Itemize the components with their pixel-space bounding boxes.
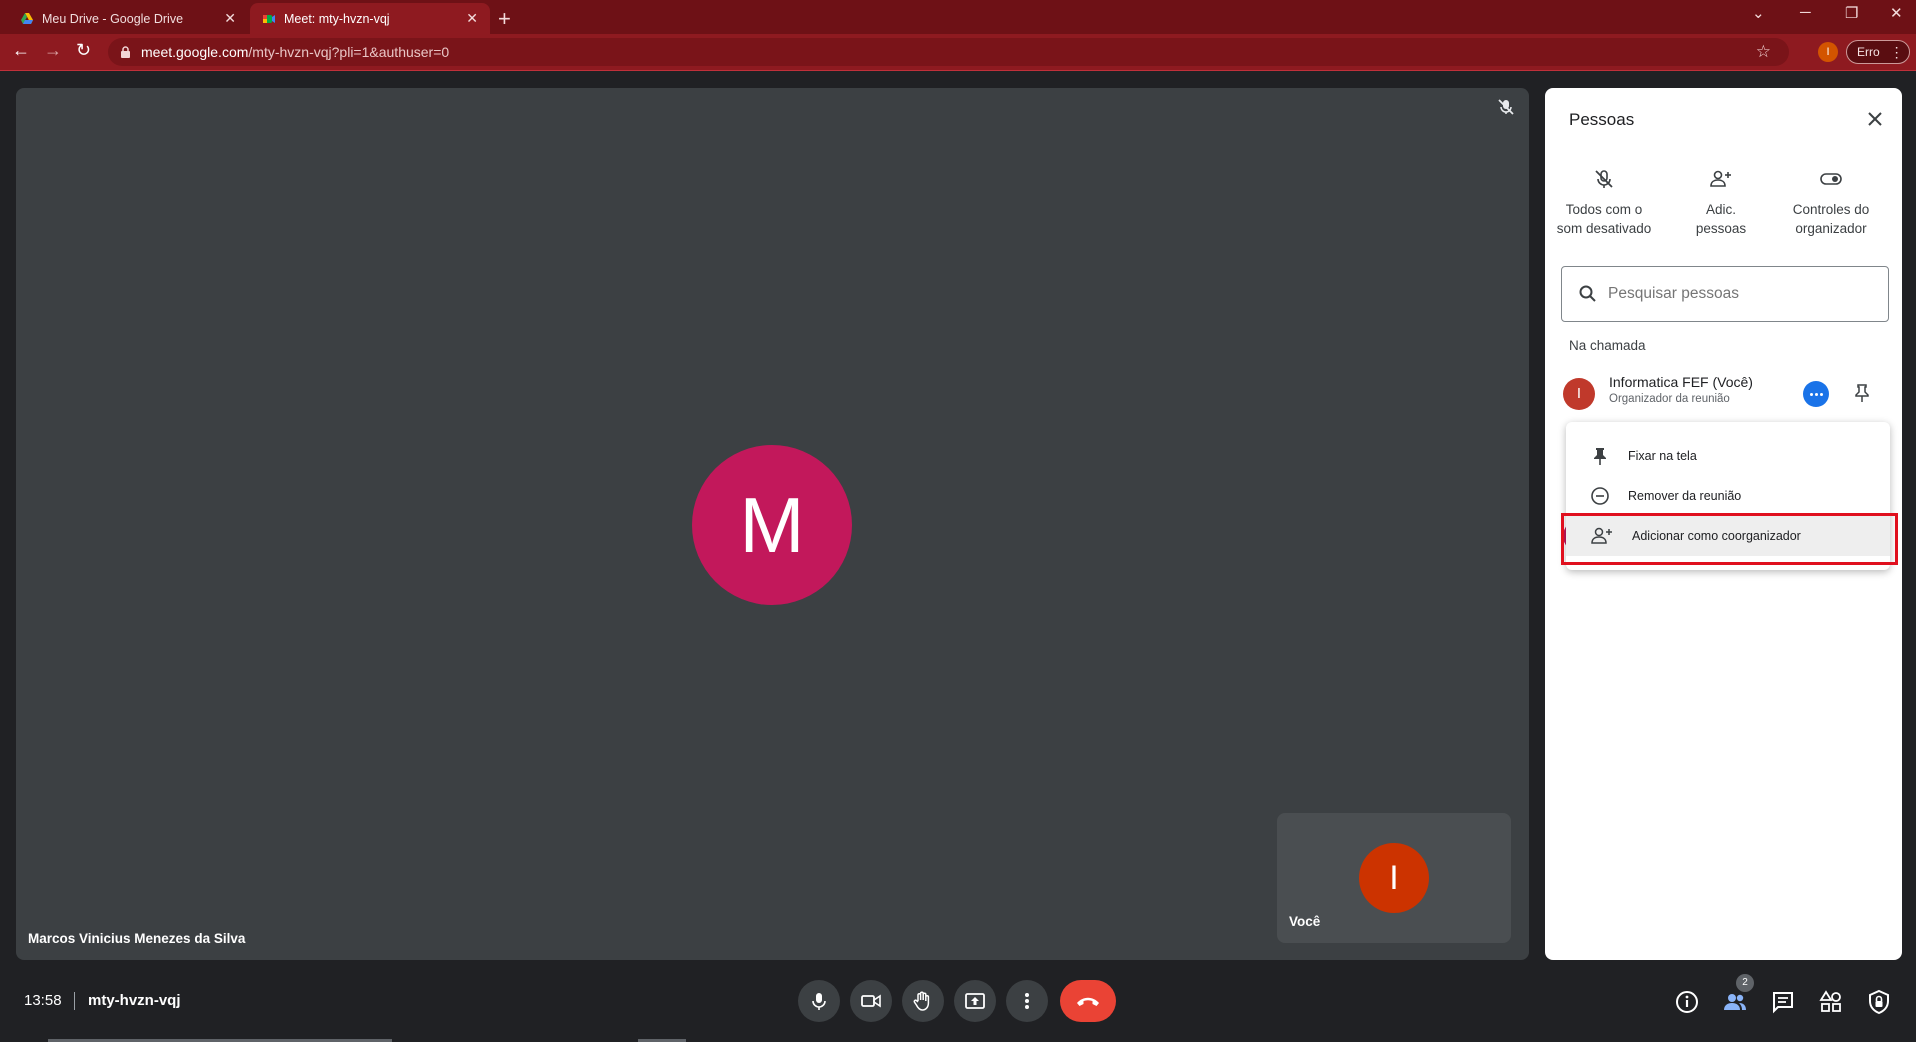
lock-icon bbox=[121, 45, 130, 58]
menu-item-pin[interactable]: Fixar na tela bbox=[1566, 436, 1890, 476]
self-name-label: Você bbox=[1289, 914, 1321, 929]
divider bbox=[74, 992, 75, 1010]
participant-avatar-large: M bbox=[692, 445, 852, 605]
tab-search-icon[interactable]: ⌄ bbox=[1752, 4, 1765, 22]
participant-role: Organizador da reunião bbox=[1609, 393, 1730, 405]
pin-icon[interactable] bbox=[1851, 382, 1873, 404]
menu-item-label: Fixar na tela bbox=[1628, 449, 1697, 463]
error-label: Erro bbox=[1857, 45, 1880, 59]
reload-icon[interactable]: ↻ bbox=[76, 40, 91, 61]
error-button[interactable]: Erro ⋮ bbox=[1846, 40, 1910, 64]
host-controls-button[interactable]: Controles do organizador bbox=[1776, 168, 1886, 238]
tab-google-drive[interactable]: Meu Drive - Google Drive ✕ bbox=[8, 3, 248, 34]
camera-button[interactable] bbox=[850, 980, 892, 1022]
in-call-section-label: Na chamada bbox=[1569, 338, 1646, 353]
present-screen-icon bbox=[965, 993, 985, 1009]
more-vert-icon bbox=[1025, 993, 1029, 1009]
meeting-time: 13:58 bbox=[24, 992, 62, 1009]
hang-up-icon bbox=[1077, 997, 1099, 1006]
mute-all-button[interactable]: Todos com o som desativado bbox=[1549, 168, 1659, 238]
pin-icon bbox=[1594, 448, 1606, 465]
close-tab-icon[interactable]: ✕ bbox=[466, 10, 478, 27]
window-close-icon[interactable]: ✕ bbox=[1890, 4, 1903, 22]
action-label-line2: pessoas bbox=[1695, 221, 1747, 236]
google-drive-icon bbox=[21, 12, 33, 24]
forward-arrow-icon[interactable]: → bbox=[44, 40, 62, 61]
google-meet-icon bbox=[263, 14, 275, 23]
meeting-code: mty-hvzn-vqj bbox=[88, 992, 181, 1009]
more-options-button[interactable] bbox=[1803, 381, 1829, 407]
address-bar[interactable]: meet.google.com /mty-hvzn-vqj?pli=1&auth… bbox=[108, 38, 1789, 66]
more-vert-icon: ⋮ bbox=[1889, 43, 1904, 60]
microphone-icon bbox=[812, 993, 826, 1010]
menu-item-label: Remover da reunião bbox=[1628, 489, 1742, 503]
meeting-controls-bar: 13:58 mty-hvzn-vqj 2 bbox=[0, 960, 1916, 1042]
minimize-icon[interactable]: ─ bbox=[1800, 4, 1811, 21]
close-icon[interactable] bbox=[1864, 108, 1886, 130]
mic-off-icon bbox=[1498, 99, 1514, 115]
action-label-line2: organizador bbox=[1795, 221, 1867, 236]
host-shield-icon[interactable] bbox=[1866, 989, 1892, 1015]
mic-off-icon bbox=[1595, 170, 1613, 188]
highlight-annotation-box bbox=[1561, 513, 1898, 565]
camera-icon bbox=[861, 994, 881, 1008]
remove-circle-icon bbox=[1591, 487, 1609, 505]
tab-title: Meet: mty-hvzn-vqj bbox=[284, 11, 390, 26]
tab-title: Meu Drive - Google Drive bbox=[42, 11, 184, 26]
add-people-button[interactable]: Adic. pessoas bbox=[1666, 168, 1776, 238]
search-people-field[interactable] bbox=[1561, 266, 1889, 322]
menu-item-remove[interactable]: Remover da reunião bbox=[1566, 476, 1890, 516]
restore-icon[interactable]: ❐ bbox=[1845, 4, 1858, 22]
action-label-line1: Adic. bbox=[1705, 202, 1736, 217]
present-screen-button[interactable] bbox=[954, 980, 996, 1022]
action-label-line1: Controles do bbox=[1792, 202, 1870, 217]
chat-icon[interactable] bbox=[1770, 989, 1796, 1015]
toggle-icon bbox=[1820, 173, 1842, 185]
panel-title: Pessoas bbox=[1569, 110, 1635, 129]
main-video-stage: M Marcos Vinicius Menezes da Silva I Voc… bbox=[16, 88, 1529, 960]
action-label-line2: som desativado bbox=[1556, 221, 1652, 236]
raise-hand-button[interactable] bbox=[902, 980, 944, 1022]
participant-avatar: I bbox=[1563, 378, 1595, 410]
url-path: /mty-hvzn-vqj?pli=1&authuser=0 bbox=[248, 44, 450, 60]
hand-icon bbox=[913, 991, 930, 1011]
self-avatar: I bbox=[1359, 843, 1429, 913]
profile-avatar[interactable]: I bbox=[1818, 42, 1838, 62]
new-tab-button[interactable]: + bbox=[498, 6, 511, 32]
info-icon[interactable] bbox=[1674, 989, 1700, 1015]
bookmark-star-icon[interactable]: ☆ bbox=[1756, 42, 1771, 62]
person-add-icon bbox=[1710, 170, 1731, 187]
participant-name: Informatica FEF (Você) bbox=[1609, 374, 1753, 390]
search-icon bbox=[1579, 285, 1596, 302]
participant-name-label: Marcos Vinicius Menezes da Silva bbox=[28, 931, 246, 946]
back-arrow-icon[interactable]: ← bbox=[12, 40, 30, 61]
microphone-button[interactable] bbox=[798, 980, 840, 1022]
action-label-line1: Todos com o bbox=[1565, 202, 1643, 217]
search-input[interactable] bbox=[1608, 285, 1868, 303]
end-call-button[interactable] bbox=[1060, 980, 1116, 1022]
self-video-tile[interactable]: I Você bbox=[1277, 813, 1511, 943]
close-tab-icon[interactable]: ✕ bbox=[224, 10, 236, 27]
more-options-button[interactable] bbox=[1006, 980, 1048, 1022]
people-icon[interactable] bbox=[1722, 989, 1748, 1015]
tab-google-meet[interactable]: Meet: mty-hvzn-vqj ✕ bbox=[250, 3, 490, 34]
url-host: meet.google.com bbox=[141, 44, 249, 60]
browser-toolbar: ← → ↻ meet.google.com /mty-hvzn-vqj?pli=… bbox=[0, 34, 1916, 71]
browser-titlebar: Meu Drive - Google Drive ✕ Meet: mty-hvz… bbox=[0, 0, 1916, 34]
people-count-badge: 2 bbox=[1736, 974, 1754, 992]
activities-icon[interactable] bbox=[1818, 989, 1844, 1015]
participant-row: I Informatica FEF (Você) Organizador da … bbox=[1563, 374, 1893, 416]
